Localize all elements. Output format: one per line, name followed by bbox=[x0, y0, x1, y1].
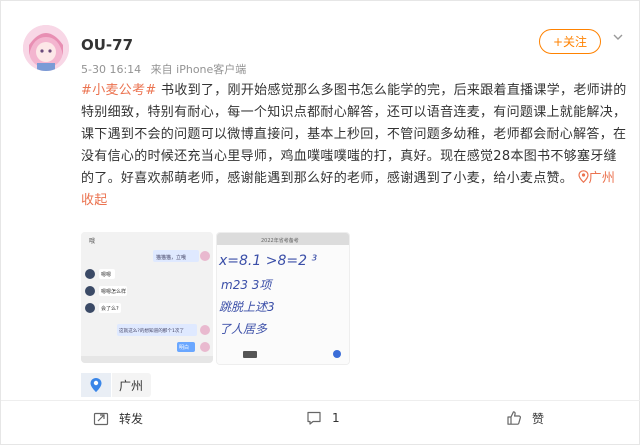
comment-icon bbox=[307, 411, 321, 425]
topic-tag[interactable]: #小麦公考# bbox=[81, 83, 157, 98]
location-link-label[interactable]: 广州 bbox=[589, 171, 616, 186]
weibo-post-card: OU-77 5-30 16:14 来自 iPhone客户端 +关注 #小麦公考#… bbox=[0, 0, 640, 445]
location-card[interactable]: 广州 bbox=[81, 373, 152, 397]
like-button[interactable]: 赞 bbox=[506, 406, 544, 430]
collapse-link[interactable]: 收起 bbox=[81, 193, 108, 208]
location-link[interactable]: 广州 bbox=[573, 170, 616, 186]
repost-button[interactable]: 转发 bbox=[93, 406, 143, 430]
comment-count: 1 bbox=[332, 411, 340, 425]
chat-bubble-1: 猫猫猫，立哦 bbox=[156, 254, 186, 261]
notes-line-4: 了人居多 bbox=[219, 322, 268, 336]
post-meta: 5-30 16:14 来自 iPhone客户端 bbox=[81, 61, 252, 77]
location-card-city: 广州 bbox=[119, 378, 144, 393]
post-text: #小麦公考# 书收到了，刚开始感觉那么多图书怎么能学的完，后来跟着直播课学，老师… bbox=[81, 80, 629, 212]
notes-video-image[interactable]: 2022年省考备考 x=8.1 >8=2 ³ m23 3项 跳脱上述3 了人居多 bbox=[216, 232, 350, 365]
chevron-down-icon[interactable] bbox=[613, 32, 623, 42]
post-body: 书收到了，刚开始感觉那么多图书怎么能学的完，后来跟着直播课学，老师讲的特别细致，… bbox=[81, 83, 627, 186]
chat-msg-1: 嗯嗯 bbox=[101, 272, 111, 278]
chat-msg-3: 会了么? bbox=[101, 305, 119, 312]
location-pin-icon bbox=[577, 170, 589, 184]
map-pin-icon bbox=[81, 373, 112, 397]
notes-line-2: m23 3项 bbox=[221, 278, 273, 292]
like-label: 赞 bbox=[532, 411, 545, 426]
notes-line-3: 跳脱上述3 bbox=[219, 300, 275, 314]
comment-button[interactable]: 1 bbox=[306, 406, 340, 430]
chat-screenshot-image[interactable]: 哦 猫猫猫，立哦 嗯嗯 嗯嗯怎么样 会了么? 这就这么?的想知道的那个1次了 明… bbox=[81, 232, 213, 363]
follow-button[interactable]: +关注 bbox=[539, 29, 601, 54]
chat-msg-2: 嗯嗯怎么样 bbox=[101, 288, 126, 295]
user-name[interactable]: OU-77 bbox=[81, 36, 133, 54]
repost-label: 转发 bbox=[119, 411, 144, 426]
share-icon bbox=[93, 412, 109, 426]
notes-header: 2022年省考备考 bbox=[261, 237, 299, 244]
chat-top-text: 哦 bbox=[89, 237, 95, 245]
user-avatar[interactable] bbox=[23, 25, 69, 71]
notes-line-1: x=8.1 >8=2 ³ bbox=[218, 253, 317, 269]
post-date[interactable]: 5-30 16:14 bbox=[81, 63, 141, 76]
action-divider bbox=[1, 400, 640, 401]
post-source: 来自 iPhone客户端 bbox=[150, 63, 247, 76]
chat-bubble-3: 明白 bbox=[179, 344, 189, 351]
thumbs-up-icon bbox=[507, 411, 521, 425]
chat-bubble-2: 这就这么?的想知道的那个1次了 bbox=[119, 327, 184, 334]
